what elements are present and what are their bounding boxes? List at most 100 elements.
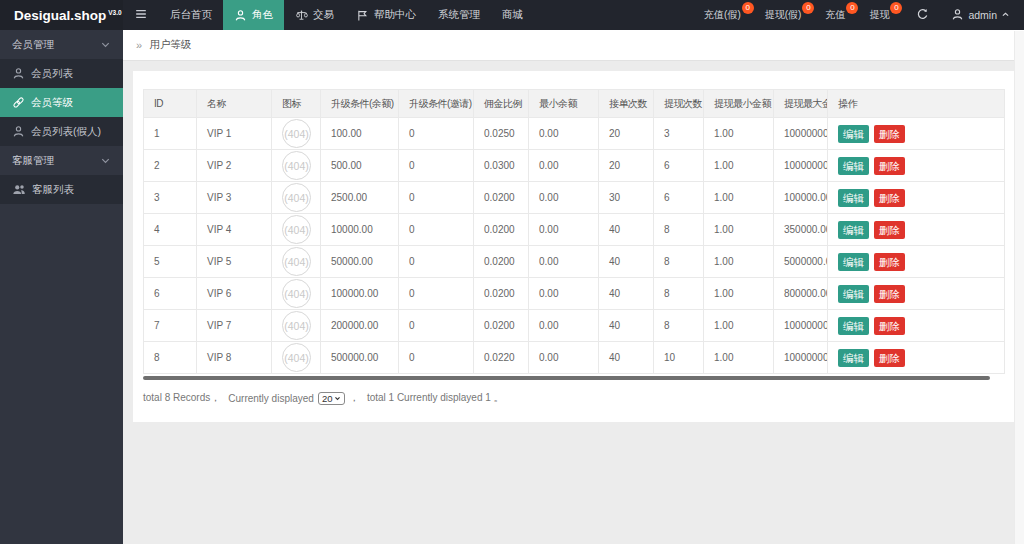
broken-image-placeholder: (404) bbox=[282, 183, 311, 212]
sidebar-group-member-management[interactable]: 会员管理 bbox=[0, 30, 123, 59]
cell-value: 0.00 bbox=[529, 150, 599, 182]
topbar-label: 充值 bbox=[825, 8, 845, 22]
delete-button[interactable]: 删除 bbox=[874, 317, 905, 335]
column-header: 操作 bbox=[828, 90, 1005, 118]
sidebar-item-member-level[interactable]: 会员等级 bbox=[0, 88, 123, 117]
delete-button[interactable]: 删除 bbox=[874, 253, 905, 271]
cell-value: 1.00 bbox=[704, 310, 774, 342]
page-size-value: 20 bbox=[322, 393, 333, 404]
breadcrumb-title: 用户等级 bbox=[149, 38, 191, 52]
cell-value: 0 bbox=[399, 182, 474, 214]
delete-button[interactable]: 删除 bbox=[874, 189, 905, 207]
topnav-roles[interactable]: 角色 bbox=[223, 0, 284, 30]
cell-value: 10000000.00 bbox=[774, 150, 828, 182]
topnav-help-center[interactable]: 帮助中心 bbox=[345, 0, 427, 30]
cell-value: 1.00 bbox=[704, 342, 774, 374]
edit-button[interactable]: 编辑 bbox=[838, 317, 869, 335]
cell-value: 0.00 bbox=[529, 214, 599, 246]
cell-actions: 编辑删除 bbox=[828, 214, 1005, 246]
cell-actions: 编辑删除 bbox=[828, 278, 1005, 310]
sidebar: 会员管理会员列表会员等级会员列表(假人)客服管理客服列表 bbox=[0, 30, 123, 544]
admin-menu[interactable]: admin bbox=[941, 0, 1024, 30]
cell-value: 0.00 bbox=[529, 182, 599, 214]
sidebar-item-service-list[interactable]: 客服列表 bbox=[0, 175, 123, 204]
cell-value: 800000.00 bbox=[774, 278, 828, 310]
cell-id: 2 bbox=[144, 150, 197, 182]
person-icon bbox=[12, 125, 25, 138]
page-size-select[interactable]: 20 bbox=[318, 392, 345, 405]
cell-id: 7 bbox=[144, 310, 197, 342]
sidebar-item-label: 客服列表 bbox=[32, 183, 74, 197]
topnav-trade[interactable]: 交易 bbox=[284, 0, 345, 30]
cell-name: VIP 6 bbox=[197, 278, 272, 310]
topnav-label: 系统管理 bbox=[438, 8, 480, 22]
cell-value: 0.00 bbox=[529, 118, 599, 150]
broken-image-placeholder: (404) bbox=[282, 247, 311, 276]
cell-value: 10000000.00 bbox=[774, 310, 828, 342]
cell-icon: (404) bbox=[272, 310, 321, 342]
vertical-scrollbar-track[interactable] bbox=[1014, 31, 1024, 544]
table-card: ID名称图标升级条件(余额)升级条件(邀请)佣金比例最小余额接单次数提现次数提现… bbox=[133, 71, 1014, 422]
cell-value: 1.00 bbox=[704, 182, 774, 214]
content: ID名称图标升级条件(余额)升级条件(邀请)佣金比例最小余额接单次数提现次数提现… bbox=[123, 61, 1024, 422]
refresh-button[interactable] bbox=[904, 0, 941, 30]
cell-actions: 编辑删除 bbox=[828, 246, 1005, 278]
edit-button[interactable]: 编辑 bbox=[838, 125, 869, 143]
refresh-icon bbox=[916, 8, 929, 23]
cell-value: 1.00 bbox=[704, 118, 774, 150]
delete-button[interactable]: 删除 bbox=[874, 157, 905, 175]
sidebar-group-service-management[interactable]: 客服管理 bbox=[0, 146, 123, 175]
cell-actions: 编辑删除 bbox=[828, 182, 1005, 214]
cell-value: 0.0220 bbox=[474, 342, 529, 374]
breadcrumb-arrows-icon: » bbox=[136, 39, 142, 51]
sidebar-item-member-list[interactable]: 会员列表 bbox=[0, 59, 123, 88]
hamburger-button[interactable] bbox=[123, 0, 159, 30]
topbar-right: 充值(假)0提现(假)0充值0提现0 admin bbox=[695, 0, 1024, 30]
edit-button[interactable]: 编辑 bbox=[838, 189, 869, 207]
scales-icon bbox=[295, 9, 308, 22]
cell-value: 20 bbox=[599, 150, 654, 182]
table-row: 6VIP 6(404)100000.0000.02000.004081.0080… bbox=[144, 278, 1005, 310]
table-row: 3VIP 3(404)2500.0000.02000.003061.001000… bbox=[144, 182, 1005, 214]
topbar-withdraw[interactable]: 提现0 bbox=[860, 0, 904, 30]
table-row: 4VIP 4(404)10000.0000.02000.004081.00350… bbox=[144, 214, 1005, 246]
edit-button[interactable]: 编辑 bbox=[838, 253, 869, 271]
topnav-label: 帮助中心 bbox=[374, 8, 416, 22]
topnav-label: 交易 bbox=[313, 8, 334, 22]
cell-icon: (404) bbox=[272, 246, 321, 278]
displayed-summary: total 1 Currently displayed 1 。 bbox=[367, 391, 504, 405]
delete-button[interactable]: 删除 bbox=[874, 349, 905, 367]
topbar-recharge-fake[interactable]: 充值(假)0 bbox=[695, 0, 756, 30]
topbar-recharge[interactable]: 充值0 bbox=[816, 0, 860, 30]
delete-button[interactable]: 删除 bbox=[874, 285, 905, 303]
horizontal-scrollbar-thumb[interactable] bbox=[143, 376, 990, 380]
edit-button[interactable]: 编辑 bbox=[838, 285, 869, 303]
logo-text: Desigual.shop bbox=[14, 8, 106, 23]
topnav-mall[interactable]: 商城 bbox=[491, 0, 534, 30]
broken-image-placeholder: (404) bbox=[282, 119, 311, 148]
link-icon bbox=[12, 96, 25, 109]
sidebar-item-member-list-fake[interactable]: 会员列表(假人) bbox=[0, 117, 123, 146]
edit-button[interactable]: 编辑 bbox=[838, 349, 869, 367]
column-header: 提现最大金额 bbox=[774, 90, 828, 118]
logo[interactable]: Desigual.shopV3.0 bbox=[0, 0, 123, 30]
cell-value: 0.0200 bbox=[474, 278, 529, 310]
topbar-label: 提现 bbox=[869, 8, 889, 22]
cell-icon: (404) bbox=[272, 278, 321, 310]
admin-name: admin bbox=[968, 9, 997, 21]
cell-actions: 编辑删除 bbox=[828, 342, 1005, 374]
cell-value: 40 bbox=[599, 246, 654, 278]
cell-value: 30 bbox=[599, 182, 654, 214]
edit-button[interactable]: 编辑 bbox=[838, 157, 869, 175]
edit-button[interactable]: 编辑 bbox=[838, 221, 869, 239]
cell-value: 10000.00 bbox=[321, 214, 399, 246]
displayed-label: Currently displayed bbox=[228, 393, 314, 404]
topnav-home[interactable]: 后台首页 bbox=[159, 0, 223, 30]
cell-name: VIP 3 bbox=[197, 182, 272, 214]
delete-button[interactable]: 删除 bbox=[874, 221, 905, 239]
topbar-withdraw-fake[interactable]: 提现(假)0 bbox=[756, 0, 817, 30]
cell-value: 0.00 bbox=[529, 246, 599, 278]
delete-button[interactable]: 删除 bbox=[874, 125, 905, 143]
topnav-system[interactable]: 系统管理 bbox=[427, 0, 491, 30]
cell-value: 0 bbox=[399, 246, 474, 278]
